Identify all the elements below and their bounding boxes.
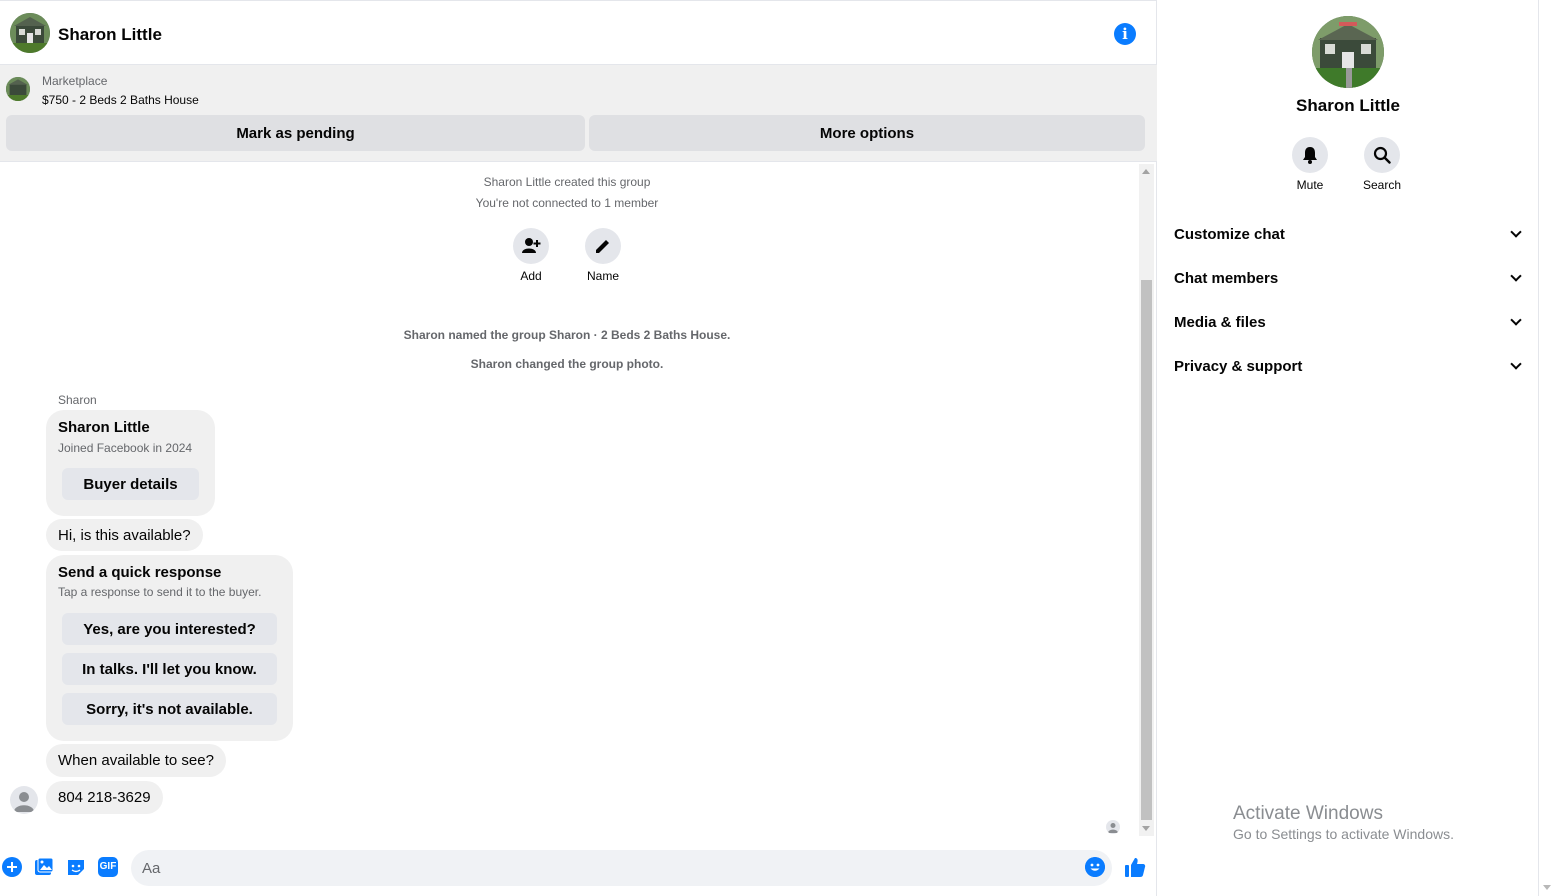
page-scroll-down-arrow[interactable] [1543,885,1551,890]
name-group-button[interactable] [585,228,621,264]
panel-contact-name: Sharon Little [1296,96,1400,115]
sender-avatar[interactable] [10,786,38,814]
message-bubble: Hi, is this available? [46,519,203,551]
chat-header: Sharon Little i [0,0,1157,65]
search-label: Search [1362,178,1402,192]
chat-members-section[interactable]: Chat members [1174,260,1524,296]
quick-response-option[interactable]: In talks. I'll let you know. [62,653,277,685]
plus-icon[interactable] [2,857,22,877]
sender-name: Sharon [58,393,97,407]
privacy-support-section[interactable]: Privacy & support [1174,348,1524,384]
sticker-icon[interactable] [66,857,86,877]
chevron-down-icon [1510,270,1522,282]
marketplace-bar: Marketplace $750 - 2 Beds 2 Baths House … [0,65,1157,162]
person-icon [14,792,34,812]
listing-title[interactable]: $750 - 2 Beds 2 Baths House [42,93,199,107]
quick-response-title: Send a quick response [58,564,222,581]
image-icon[interactable] [34,857,54,877]
quick-response-card: Send a quick response Tap a response to … [46,555,293,741]
info-icon[interactable]: i [1114,23,1136,45]
quick-response-option[interactable]: Sorry, it's not available. [62,693,277,725]
mute-label: Mute [1296,178,1324,192]
message-bubble: When available to see? [46,744,226,777]
messages-scrollbar[interactable] [1139,164,1154,836]
media-files-section[interactable]: Media & files [1174,304,1524,340]
like-icon[interactable] [1124,856,1146,878]
mark-as-pending-button[interactable]: Mark as pending [6,115,585,151]
add-person-icon [522,238,541,253]
windows-activation-watermark: Activate Windows Go to Settings to activ… [1233,803,1454,842]
search-icon [1373,146,1391,164]
read-receipt-avatar [1106,820,1120,834]
search-button[interactable] [1364,137,1400,173]
profile-card-joined: Joined Facebook in 2024 [58,441,193,455]
quick-response-subtitle: Tap a response to send it to the buyer. [58,585,262,599]
chat-pane: Sharon Little i Marketplace $750 - 2 Bed… [0,0,1157,896]
add-member-button[interactable] [513,228,549,264]
scroll-down-arrow[interactable] [1142,826,1150,831]
contact-name[interactable]: Sharon Little [58,25,162,45]
emoji-icon[interactable] [1085,857,1105,877]
profile-card: Sharon Little Joined Facebook in 2024 Bu… [46,410,215,516]
profile-card-name: Sharon Little [58,419,150,436]
gif-icon[interactable]: GIF [98,857,118,877]
watermark-subtitle: Go to Settings to activate Windows. [1233,826,1454,842]
chevron-down-icon [1510,314,1522,326]
marketplace-label: Marketplace [42,74,108,88]
section-label: Customize chat [1174,225,1285,243]
conversation-details-panel: Sharon Little Mute Search Customize chat… [1158,0,1538,896]
page-scrollbar[interactable] [1538,0,1554,896]
message-input[interactable] [131,850,1112,886]
photo-changed-notice: Sharon changed the group photo. [470,357,664,371]
chevron-down-icon [1510,358,1522,370]
pencil-icon [596,240,609,253]
section-label: Chat members [1174,269,1279,287]
group-named-notice: Sharon named the group Sharon · 2 Beds 2… [403,328,731,342]
scroll-up-arrow[interactable] [1142,169,1150,174]
panel-contact-avatar[interactable] [1312,16,1384,88]
bell-icon [1303,147,1317,164]
buyer-details-button[interactable]: Buyer details [62,468,199,500]
add-label: Add [520,269,542,283]
message-bubble: 804 218-3629 [46,781,163,814]
watermark-title: Activate Windows [1233,803,1383,824]
quick-response-option[interactable]: Yes, are you interested? [62,613,277,645]
mute-button[interactable] [1292,137,1328,173]
name-label: Name [586,269,619,283]
more-options-button[interactable]: More options [589,115,1145,151]
section-label: Privacy & support [1174,357,1303,375]
messenger-window: Sharon Little i Marketplace $750 - 2 Bed… [0,0,1554,896]
contact-avatar[interactable] [10,13,50,53]
group-created-notice: Sharon Little created this group [483,175,651,189]
not-connected-notice: You're not connected to 1 member [475,196,659,210]
customize-chat-section[interactable]: Customize chat [1174,216,1524,252]
section-label: Media & files [1174,313,1266,331]
listing-thumbnail[interactable] [6,77,30,101]
chevron-down-icon [1510,226,1522,238]
scroll-thumb[interactable] [1141,280,1152,820]
